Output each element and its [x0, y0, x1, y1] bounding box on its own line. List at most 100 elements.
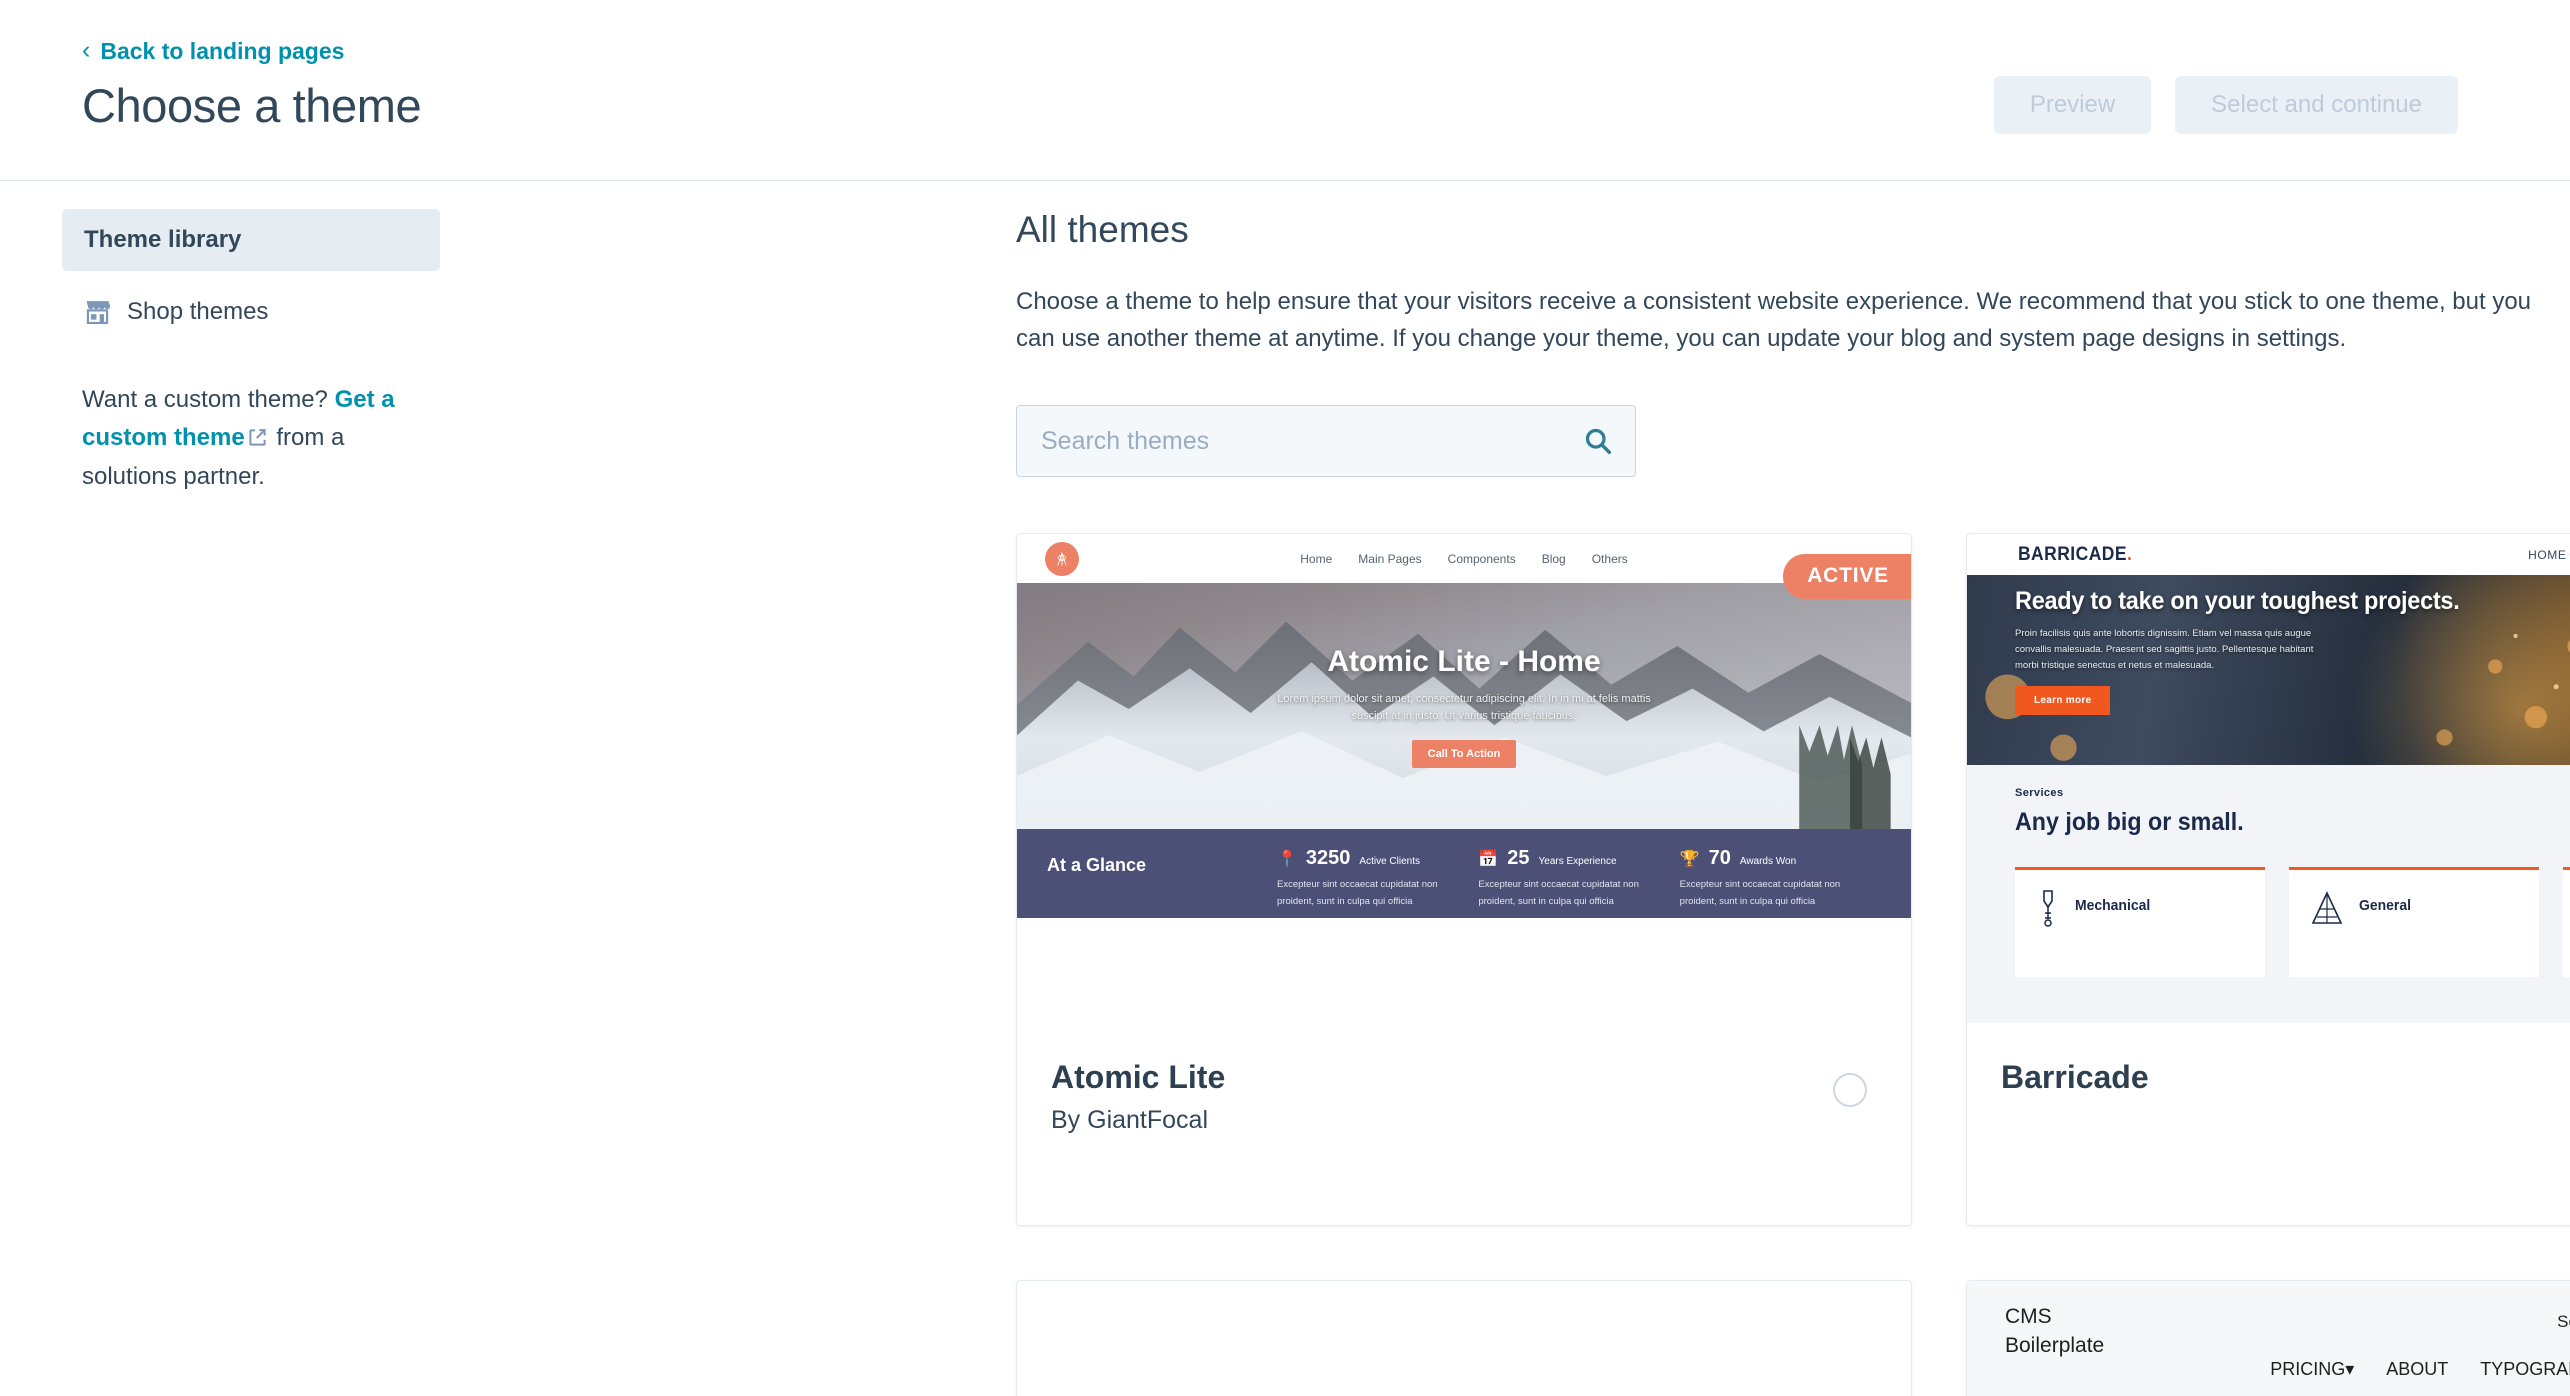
theme-select-radio[interactable] [1833, 1073, 1867, 1108]
preview-cta-button: Call To Action [1411, 739, 1517, 768]
preview-nav-link: Others [1591, 551, 1628, 566]
theme-preview-cms-boilerplate: CMS Boilerplate Search [1967, 1281, 2570, 1396]
preview-service-card: General [2289, 867, 2539, 978]
trophy-icon: 🏆 [1679, 851, 1700, 869]
location-pin-icon: 📍 [1277, 851, 1297, 869]
preview-logo-dot: . [2126, 543, 2133, 565]
preview-service-card: Residential [2563, 867, 2570, 978]
caret-down-icon: ▾ [2345, 1359, 2355, 1380]
preview-nav-link: PRICING▾ [2270, 1359, 2355, 1380]
preview-service-name: General [2359, 897, 2411, 915]
preview-nav-link: ABOUT [2386, 1359, 2449, 1380]
preview-button[interactable]: Preview [1993, 76, 2152, 134]
crane-icon [2309, 889, 2345, 936]
preview-stat-desc: Excepteur sint occaecat cupidatat non pr… [1277, 879, 1438, 907]
preview-stat-value: 3250 [1305, 847, 1351, 870]
theme-card-atomic-lite[interactable]: ACTIVE Home Main Pages Components Blog O… [1016, 533, 1912, 1227]
preview-stat-desc: Excepteur sint occaecat cupidatat non pr… [1679, 879, 1841, 907]
theme-preview-empty [1017, 1281, 1911, 1396]
theme-card-loading[interactable] [1016, 1280, 1912, 1396]
preview-hero-title: Ready to take on your toughest projects. [2015, 587, 2460, 616]
status-badge: ACTIVE [1783, 554, 1911, 600]
calendar-icon: 📅 [1478, 851, 1499, 869]
preview-hero-subtitle: Lorem ipsum dolor sit amet, consectetur … [1277, 692, 1651, 723]
chevron-left-icon: ‹ [82, 36, 91, 64]
preview-stat-item: 📅 25 Years Experience Excepteur sint occ… [1478, 847, 1679, 910]
preview-services-section: Services Any job big or small. Mechanica… [1967, 765, 2570, 1024]
preview-stat-label: Awards Won [1739, 856, 1797, 868]
preview-nav: Home Main Pages Components Blog Others [1017, 534, 1911, 584]
search-themes-field[interactable] [1016, 405, 1636, 478]
preview-logo-text: BARRICADE [2017, 543, 2127, 565]
theme-card-barricade[interactable]: BARRICADE. HOME▾ BLOG ABOUT US PRICING [1966, 533, 2570, 1227]
preview-nav-links: Home Main Pages Components Blog Others [1300, 552, 1627, 566]
search-input[interactable] [1041, 426, 1583, 456]
preview-nav-link: HOME▾ [2528, 548, 2570, 562]
theme-name: Barricade [2001, 1059, 2149, 1096]
theme-card-cms-boilerplate[interactable]: CMS Boilerplate Search [1966, 1280, 2570, 1396]
preview-hero: Ready to take on your toughest projects.… [1967, 575, 2570, 766]
preview-stat-label: Years Experience [1538, 856, 1617, 868]
search-icon[interactable] [1583, 426, 1613, 456]
preview-stat-label: Active Clients [1359, 856, 1420, 868]
preview-stat-item: 🏆 70 Awards Won Excepteur sint occaecat … [1680, 847, 1881, 910]
preview-services-title: Any job big or small. [2015, 808, 2244, 837]
sidebar: Theme library Shop themes Want a custom … [0, 181, 500, 1396]
preview-stats-bar: At a Glance 📍 3250 Active Clients Except… [1017, 829, 1911, 919]
preview-stat-value: 70 [1708, 847, 1731, 870]
preview-hero: Atomic Lite - Home Lorem ipsum dolor sit… [1017, 583, 1911, 830]
preview-nav-link: TYPOGRAPHY [2480, 1359, 2570, 1380]
page-header: ‹ Back to landing pages Choose a theme P… [0, 0, 2570, 181]
back-link-label: Back to landing pages [100, 38, 345, 64]
preview-logo-line2: Boilerplate [2005, 1333, 2105, 1357]
preview-nav-links: HOME▾ BLOG ABOUT US PRICING [2528, 548, 2570, 562]
preview-nav-link: Blog [1541, 551, 1566, 566]
sidebar-item-theme-library[interactable]: Theme library [62, 209, 440, 271]
header-actions: Preview Select and continue [1993, 76, 2458, 134]
preview-service-name: Mechanical [2075, 897, 2151, 915]
preview-nav: BARRICADE. HOME▾ BLOG ABOUT US PRICING [1967, 534, 2570, 576]
custom-theme-note-lead: Want a custom theme? [82, 386, 328, 413]
main-content: All themes Choose a theme to help ensure… [500, 181, 2570, 1396]
preview-nav-link: Home [1300, 551, 1333, 566]
drill-bit-icon [2035, 889, 2061, 936]
preview-stats-heading: At a Glance [1047, 855, 1147, 876]
preview-placeholder [1017, 1281, 1911, 1396]
preview-logo: CMS Boilerplate [2005, 1303, 2570, 1360]
preview-services-eyebrow: Services [2015, 787, 2064, 800]
external-link-icon [248, 421, 267, 447]
preview-logo: BARRICADE. [2018, 544, 2132, 566]
preview-search-label: Search [2557, 1312, 2570, 1332]
back-to-landing-pages-link[interactable]: ‹ Back to landing pages [82, 38, 344, 65]
custom-theme-note: Want a custom theme? Get a custom theme … [82, 381, 438, 496]
storefront-icon [84, 300, 111, 324]
preview-nav-links: PRICING▾ ABOUT TYPOGRAPHY BLOG CONTACT [2270, 1359, 2570, 1380]
preview-hero-title: Atomic Lite - Home [1327, 644, 1601, 678]
theme-preview-atomic-lite: Home Main Pages Components Blog Others A… [1017, 534, 1911, 1024]
sidebar-item-label: Shop themes [127, 298, 269, 325]
theme-card-footer: Barricade [1967, 1023, 2570, 1226]
preview-cta-button: Learn more [2015, 686, 2111, 716]
preview-logo-icon [1045, 541, 1079, 576]
theme-author: By GiantFocal [1051, 1106, 1209, 1135]
preview-nav: CMS Boilerplate Search [1967, 1281, 2570, 1396]
preview-nav-link: Main Pages [1358, 551, 1422, 566]
all-themes-description: Choose a theme to help ensure that your … [1016, 288, 2532, 353]
preview-stat-item: 📍 3250 Active Clients Excepteur sint occ… [1277, 847, 1478, 910]
page-body: Theme library Shop themes Want a custom … [0, 181, 2570, 1396]
preview-nav-link: Components [1447, 551, 1516, 566]
page-title: Choose a theme [82, 79, 422, 132]
preview-search-row: Search [2557, 1305, 2570, 1339]
preview-logo-line1: CMS [2005, 1305, 2052, 1329]
preview-spacer [1017, 918, 1911, 930]
preview-stat-value: 25 [1507, 847, 1530, 870]
preview-service-card: Mechanical [2015, 867, 2265, 978]
select-and-continue-button[interactable]: Select and continue [2175, 76, 2458, 134]
theme-name: Atomic Lite [1051, 1059, 1226, 1096]
theme-preview-barricade: BARRICADE. HOME▾ BLOG ABOUT US PRICING [1967, 534, 2570, 1024]
all-themes-heading: All themes [1016, 209, 1189, 250]
sidebar-item-label: Theme library [84, 226, 242, 253]
sidebar-item-shop-themes[interactable]: Shop themes [62, 281, 440, 343]
preview-hero-subtitle: Proin facilisis quis ante lobortis digni… [2015, 627, 2314, 671]
theme-grid: ACTIVE Home Main Pages Components Blog O… [1016, 533, 2570, 1396]
